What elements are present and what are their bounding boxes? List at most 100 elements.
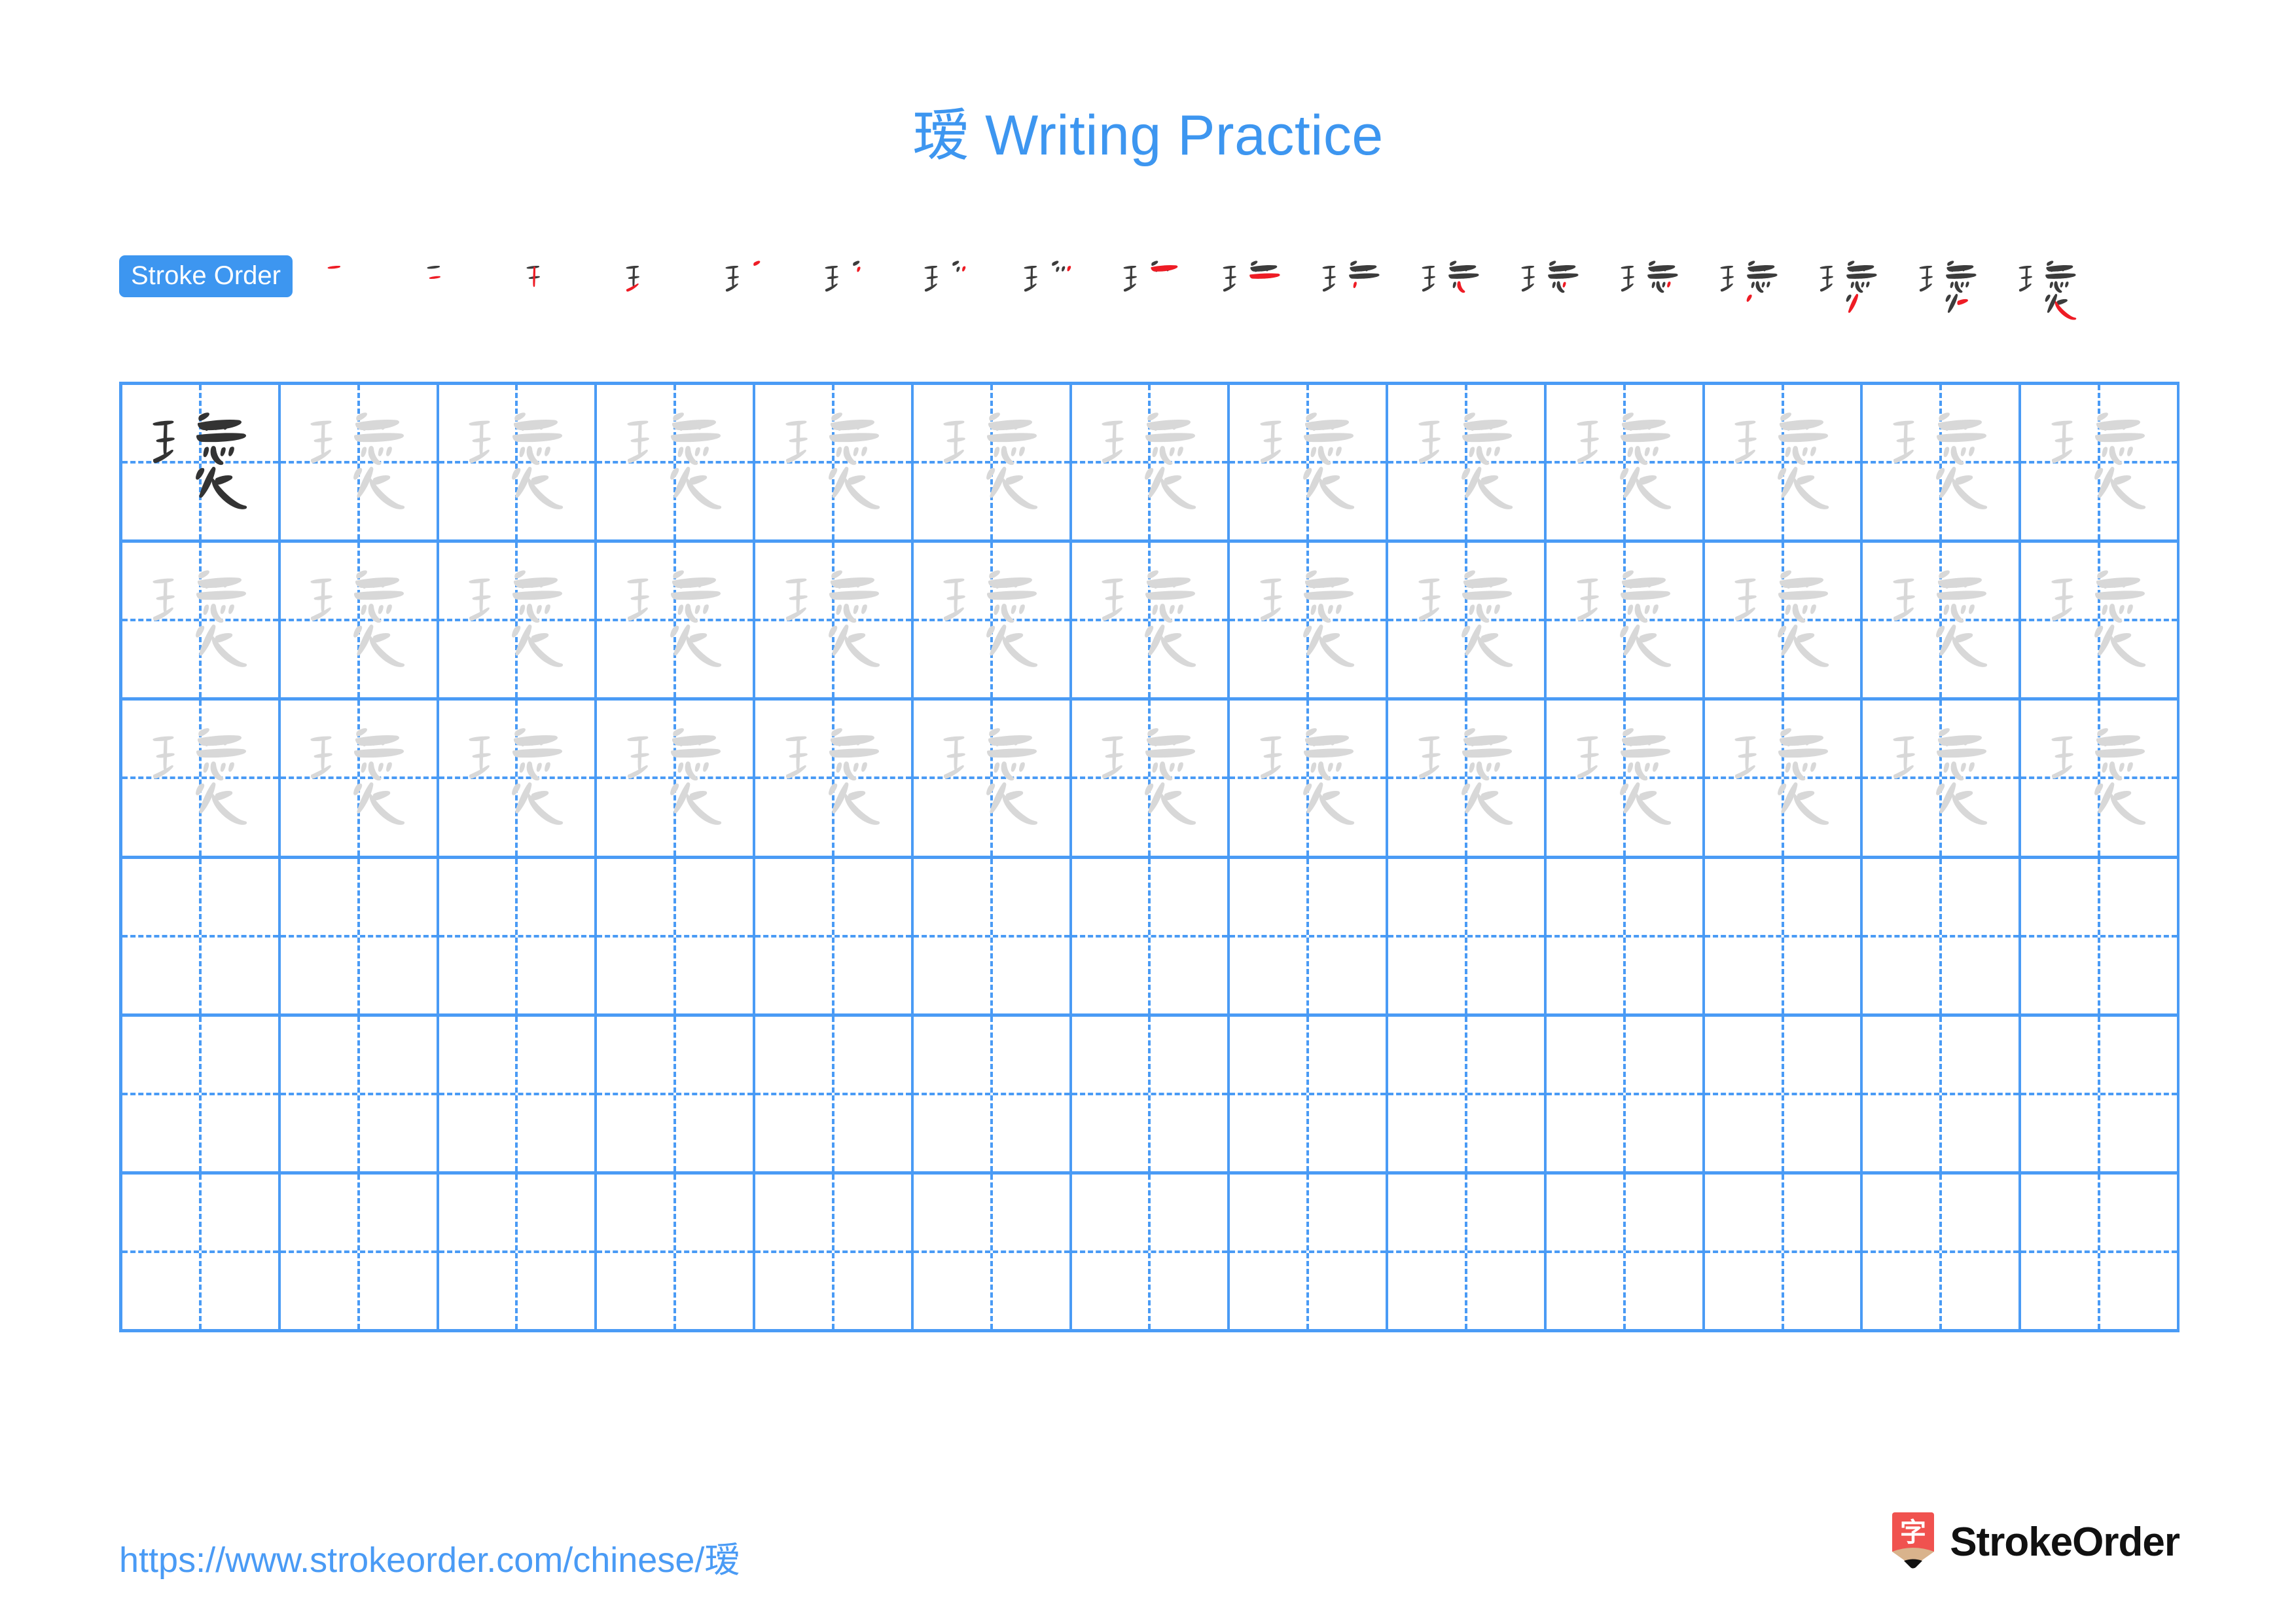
grid-cell[interactable] <box>1230 385 1389 540</box>
grid-cell[interactable] <box>1863 543 2022 698</box>
grid-cell[interactable] <box>755 1016 914 1171</box>
grid-row <box>122 1174 2179 1333</box>
grid-cell[interactable] <box>2021 858 2179 1013</box>
stroke-step-2 <box>406 251 506 332</box>
grid-row <box>122 543 2179 701</box>
grid-cell[interactable] <box>439 1174 598 1330</box>
grid-cell[interactable] <box>281 1174 439 1330</box>
grid-cell[interactable] <box>1547 701 1705 856</box>
grid-cell[interactable] <box>1072 385 1230 540</box>
grid-cell[interactable] <box>1388 543 1547 698</box>
grid-cell[interactable] <box>439 543 598 698</box>
grid-cell[interactable] <box>597 1016 756 1171</box>
grid-cell[interactable] <box>1230 701 1389 856</box>
grid-cell[interactable] <box>1072 1174 1230 1330</box>
grid-cell[interactable] <box>755 701 914 856</box>
grid-cell[interactable] <box>1705 385 1863 540</box>
grid-cell[interactable] <box>914 1174 1072 1330</box>
tracing-character <box>597 701 753 855</box>
grid-cell[interactable] <box>1547 858 1705 1013</box>
grid-cell[interactable] <box>439 701 598 856</box>
tracing-character <box>1863 385 2018 539</box>
stroke-step-3 <box>506 251 605 332</box>
grid-cell[interactable] <box>597 701 756 856</box>
grid-cell[interactable] <box>1072 858 1230 1013</box>
grid-cell[interactable] <box>1705 1016 1863 1171</box>
svg-text:字: 字 <box>1900 1518 1926 1548</box>
grid-cell[interactable] <box>1388 701 1547 856</box>
tracing-character <box>1072 701 1228 855</box>
grid-cell[interactable] <box>122 1174 281 1330</box>
grid-cell[interactable] <box>281 701 439 856</box>
grid-cell[interactable] <box>1863 1016 2022 1171</box>
grid-cell[interactable] <box>597 1174 756 1330</box>
grid-cell[interactable] <box>914 701 1072 856</box>
tracing-character <box>1230 543 1386 697</box>
grid-cell[interactable] <box>1230 1016 1389 1171</box>
grid-cell[interactable] <box>439 385 598 540</box>
grid-cell[interactable] <box>1230 858 1389 1013</box>
model-character <box>122 385 278 539</box>
grid-cell[interactable] <box>914 385 1072 540</box>
stroke-order-steps <box>307 251 2181 336</box>
grid-cell[interactable] <box>1863 858 2022 1013</box>
grid-cell[interactable] <box>755 385 914 540</box>
grid-cell[interactable] <box>755 858 914 1013</box>
tracing-character <box>1705 385 1861 539</box>
grid-cell[interactable] <box>1072 701 1230 856</box>
grid-cell[interactable] <box>1547 1174 1705 1330</box>
grid-cell[interactable] <box>914 1016 1072 1171</box>
grid-cell[interactable] <box>1705 701 1863 856</box>
grid-cell[interactable] <box>2021 385 2179 540</box>
grid-cell[interactable] <box>439 1016 598 1171</box>
grid-cell[interactable] <box>1230 543 1389 698</box>
grid-cell[interactable] <box>1388 1174 1547 1330</box>
grid-cell[interactable] <box>1388 858 1547 1013</box>
grid-cell[interactable] <box>914 858 1072 1013</box>
grid-cell[interactable] <box>1388 1016 1547 1171</box>
grid-cell[interactable] <box>281 543 439 698</box>
grid-cell[interactable] <box>755 543 914 698</box>
stroke-step-8 <box>1003 251 1103 332</box>
grid-cell[interactable] <box>1547 1016 1705 1171</box>
grid-cell[interactable] <box>597 858 756 1013</box>
grid-cell[interactable] <box>1230 1174 1389 1330</box>
grid-cell[interactable] <box>755 1174 914 1330</box>
grid-cell[interactable] <box>1547 543 1705 698</box>
tracing-character <box>281 385 437 539</box>
grid-cell[interactable] <box>122 1016 281 1171</box>
tracing-character <box>439 701 595 855</box>
grid-cell[interactable] <box>281 858 439 1013</box>
grid-cell[interactable] <box>597 385 756 540</box>
tracing-character <box>1388 385 1544 539</box>
grid-cell[interactable] <box>1705 543 1863 698</box>
grid-cell[interactable] <box>1072 543 1230 698</box>
grid-cell[interactable] <box>122 701 281 856</box>
stroke-step-11 <box>1302 251 1401 332</box>
grid-cell[interactable] <box>1863 385 2022 540</box>
grid-cell[interactable] <box>914 543 1072 698</box>
grid-cell[interactable] <box>1705 858 1863 1013</box>
tracing-character <box>2021 385 2177 539</box>
grid-cell[interactable] <box>1388 385 1547 540</box>
grid-cell[interactable] <box>122 385 281 540</box>
grid-cell[interactable] <box>122 858 281 1013</box>
grid-cell[interactable] <box>2021 543 2179 698</box>
grid-cell[interactable] <box>1072 1016 1230 1171</box>
grid-cell[interactable] <box>1863 701 2022 856</box>
grid-cell[interactable] <box>122 543 281 698</box>
tracing-character <box>281 543 437 697</box>
grid-cell[interactable] <box>281 1016 439 1171</box>
stroke-step-6 <box>804 251 904 332</box>
footer-url-link[interactable]: https://www.strokeorder.com/chinese/瑷 <box>119 1531 740 1582</box>
grid-cell[interactable] <box>281 385 439 540</box>
grid-cell[interactable] <box>1863 1174 2022 1330</box>
grid-cell[interactable] <box>1705 1174 1863 1330</box>
grid-cell[interactable] <box>2021 1016 2179 1171</box>
grid-cell[interactable] <box>597 543 756 698</box>
grid-cell[interactable] <box>439 858 598 1013</box>
grid-cell[interactable] <box>1547 385 1705 540</box>
grid-cell[interactable] <box>2021 701 2179 856</box>
grid-cell[interactable] <box>2021 1174 2179 1330</box>
grid-row <box>122 701 2179 859</box>
